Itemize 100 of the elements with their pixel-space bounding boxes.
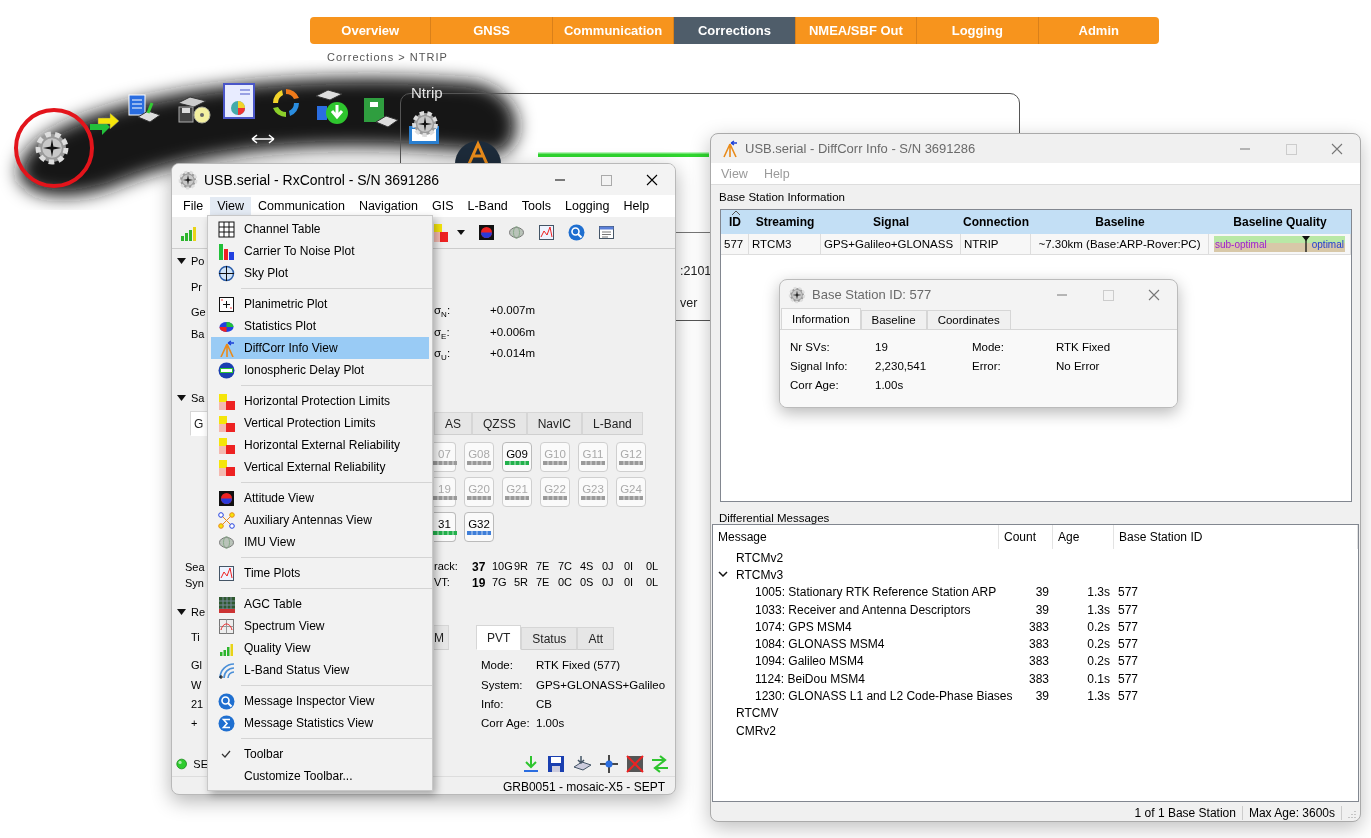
menu-item[interactable]: Vertical Protection Limits: [211, 412, 429, 434]
download-arrow-icon[interactable]: [522, 754, 540, 773]
tab[interactable]: Att: [577, 626, 615, 650]
disk-drive-icon[interactable]: [176, 95, 212, 125]
menu-item[interactable]: Channel Table: [211, 218, 429, 240]
menu-item[interactable]: Time Plots: [211, 562, 429, 584]
message-group[interactable]: RTCMV: [736, 706, 779, 721]
label-text: Syn: [184, 576, 204, 589]
tab[interactable]: M: [434, 624, 449, 650]
field-label: Info:: [481, 697, 505, 710]
message-name: 1074: GPS MSM4: [755, 619, 852, 634]
status-text: SE: [193, 757, 208, 770]
menu-item[interactable]: Horizontal Protection Limits: [211, 390, 429, 412]
expand-triangle-icon[interactable]: [177, 258, 186, 264]
table-cell: ~7.30km (Base:ARP-Rover:PC): [1031, 234, 1209, 255]
message-group[interactable]: RTCMv2: [736, 550, 784, 565]
menu-item[interactable]: L-Band Status View: [211, 659, 429, 681]
resize-arrow-icon[interactable]: [251, 134, 275, 144]
column-header[interactable]: Baseline: [1031, 210, 1209, 234]
menu-item[interactable]: Logging: [558, 197, 617, 215]
menu-item[interactable]: L-Band: [460, 197, 515, 215]
expand-triangle-icon[interactable]: [177, 395, 186, 401]
attitude-icon[interactable]: [478, 224, 495, 241]
menu-item[interactable]: GIS: [424, 197, 461, 215]
column-header[interactable]: Connection: [961, 210, 1031, 234]
expand-chevron-icon[interactable]: [718, 571, 728, 579]
tab[interactable]: AS: [434, 411, 472, 435]
menu-item[interactable]: IMU View: [211, 531, 429, 553]
column-header[interactable]: Base Station ID: [1114, 525, 1358, 549]
menu-item[interactable]: Ionospheric Delay Plot: [211, 359, 429, 381]
menu-item[interactable]: Planimetric Plot: [211, 293, 429, 315]
label-text: Ti: [190, 631, 200, 643]
menu-item[interactable]: Navigation: [351, 197, 425, 215]
menu-item[interactable]: DiffCorr Info View: [211, 337, 429, 359]
satellite-button[interactable]: 31: [434, 511, 456, 542]
column-header[interactable]: ID: [721, 210, 749, 234]
field-value: RTK Fixed (577): [536, 659, 621, 671]
column-header[interactable]: Baseline Quality: [1209, 210, 1351, 234]
column-header[interactable]: Count: [999, 525, 1053, 549]
tab[interactable]: Coordinates: [926, 310, 1011, 329]
menu-item[interactable]: Toolbar: [211, 743, 429, 765]
column-header[interactable]: Age: [1053, 525, 1114, 549]
label-text: Ge: [190, 306, 206, 318]
count-value: 0C: [558, 575, 574, 590]
quality-label: sub-optimal: [1214, 238, 1267, 250]
spectrum-icon: [217, 617, 235, 635]
message-group[interactable]: CMRv2: [736, 723, 776, 738]
gyroscope-icon[interactable]: [508, 224, 525, 241]
tab[interactable]: Baseline: [860, 310, 927, 329]
column-header[interactable]: Signal: [821, 210, 961, 234]
expand-triangle-icon[interactable]: [177, 609, 186, 615]
label-text: +: [190, 716, 198, 729]
count-label: rack:: [434, 560, 459, 574]
tab[interactable]: Status: [521, 626, 578, 650]
dropdown-caret-icon[interactable]: [457, 230, 465, 235]
tab[interactable]: NavIC: [526, 411, 583, 435]
status-text: 1 of 1 Base Station: [1128, 805, 1243, 820]
chart-icon[interactable]: [538, 224, 555, 241]
menu-item[interactable]: File: [176, 197, 211, 215]
menu-item[interactable]: Statistics Plot: [211, 315, 429, 337]
tab[interactable]: QZSS: [472, 411, 527, 435]
tab[interactable]: L-Band: [582, 411, 643, 435]
menu-item[interactable]: Auxiliary Antennas View: [211, 509, 429, 531]
stop-cross-icon[interactable]: [626, 754, 644, 773]
satellite-button[interactable]: G09: [502, 441, 532, 472]
menu-item[interactable]: Quality View: [211, 637, 429, 659]
gear-icon[interactable]: [34, 130, 70, 166]
menu-item[interactable]: Help: [616, 197, 657, 215]
tiles-icon: [217, 436, 235, 454]
tiles-icon[interactable]: [434, 223, 448, 242]
menu-item[interactable]: Message Inspector View: [211, 690, 429, 712]
menu-item[interactable]: Communication: [251, 197, 352, 215]
tab[interactable]: PVT: [476, 624, 522, 650]
menu-item[interactable]: AGC Table: [211, 593, 429, 615]
menu-item[interactable]: View: [210, 197, 252, 215]
signal-bar: [543, 496, 567, 500]
menu-item[interactable]: Horizontal External Reliability: [211, 434, 429, 456]
menu-item[interactable]: Message Statistics View: [211, 712, 429, 734]
report-chart-icon[interactable]: [222, 82, 256, 120]
menu-item[interactable]: Attitude View: [211, 487, 429, 509]
menu-item[interactable]: Sky Plot: [211, 262, 429, 284]
message-group[interactable]: RTCMv3: [736, 567, 784, 582]
menu-item[interactable]: Customize Toolbar...: [211, 765, 429, 787]
menu-item[interactable]: Spectrum View: [211, 615, 429, 637]
nav-tab[interactable]: Corrections: [674, 17, 796, 44]
column-header[interactable]: Streaming: [749, 210, 821, 234]
save-icon[interactable]: [547, 754, 565, 773]
satellite-button[interactable]: G32: [464, 511, 494, 542]
crosshair-icon[interactable]: [599, 754, 619, 773]
menu-item[interactable]: Tools: [514, 197, 558, 215]
menu-item[interactable]: Carrier To Noise Plot: [211, 240, 429, 262]
column-header[interactable]: Message: [713, 525, 999, 549]
tab[interactable]: Information: [781, 308, 861, 329]
window-list-icon[interactable]: [598, 224, 615, 241]
field-value: 1.00s: [875, 378, 905, 391]
menu-item[interactable]: Vertical External Reliability: [211, 456, 429, 478]
table-cell: GPS+Galileo+GLONASS: [821, 234, 961, 255]
search-icon[interactable]: [568, 224, 585, 241]
document-drive-icon[interactable]: [126, 93, 162, 125]
base-station-id: 577: [1118, 689, 1139, 703]
